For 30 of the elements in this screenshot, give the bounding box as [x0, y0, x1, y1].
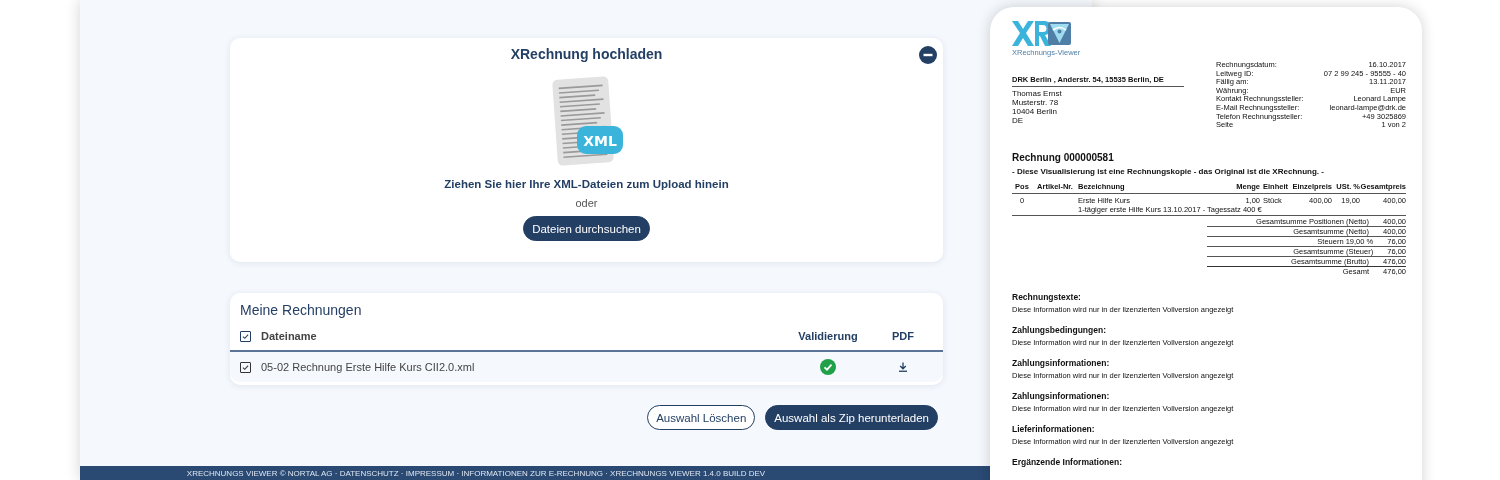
recipient-line: Musterstr. 78 [1012, 98, 1060, 107]
section-heading: Zahlungsinformationen: [1012, 390, 1111, 401]
download-icon[interactable] [898, 362, 908, 372]
card-title: Meine Rechnungen [239, 301, 363, 318]
column-header: Validierung [797, 330, 859, 342]
logo-icon [1012, 21, 1072, 46]
column-header: Dateiname [261, 330, 318, 342]
recipient-line: 10404 Berlin [1012, 107, 1058, 116]
column-header: PDF [891, 330, 915, 342]
section-heading: Rechnungstexte: [1012, 291, 1082, 302]
section-heading: Zahlungsinformationen: [1012, 357, 1111, 368]
checkbox[interactable] [240, 361, 251, 373]
recipient-line: Thomas Ernst [1012, 89, 1063, 98]
invoice-title: Rechnung 000000581 [1012, 151, 1115, 163]
drop-hint: Ziehen Sie hier Ihre XML-Dateien zum Upload hinein [444, 178, 729, 190]
section-heading: Zahlungsbedingungen: [1012, 324, 1107, 335]
browse-button[interactable]: Dateien durchsuchen [523, 216, 650, 241]
delete-button[interactable]: Auswahl Löschen [647, 405, 756, 430]
copy-notice: - Diese Visualisierung ist eine Rechnungskopie - das Original ist die XRechnung. - [1012, 166, 1325, 176]
or-label: oder [575, 197, 598, 209]
file-type-label: XML [582, 132, 617, 149]
download-zip-button[interactable]: Auswahl als Zip herunterladen [765, 405, 938, 430]
checkbox[interactable] [240, 330, 251, 342]
section-heading: Ergänzende Informationen: [1012, 456, 1124, 467]
footer-links: XRECHNUNGS VIEWER © NORTAL AG · DATENSCHUTZ · IMPRESSUM · INFORMATIONEN ZUR E-RECHNUNG · XRECHNUNGS VIEWER 1.4.0 BUILD DEV [186, 468, 766, 478]
recipient-line: DE [1012, 116, 1025, 125]
file-name: 05-02 Rechnung Erste Hilfe Kurs CII2.0.xml [261, 361, 476, 373]
card-title: XRechnung hochladen [510, 46, 663, 62]
collapse-icon[interactable] [919, 46, 937, 64]
section-heading: Lieferinformationen: [1012, 423, 1096, 434]
